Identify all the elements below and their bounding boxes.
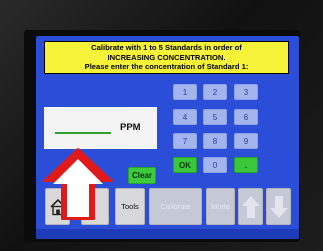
arrow-down-icon — [269, 195, 288, 218]
tools-button[interactable]: Tools — [115, 188, 145, 225]
keypad-key-2[interactable]: 2 — [203, 84, 227, 100]
banner-line-2: INCREASING CONCENTRATION. — [107, 52, 226, 62]
keypad-key-5[interactable]: 5 — [203, 109, 227, 125]
overlay-up-arrow-icon — [43, 148, 113, 220]
clear-button[interactable]: Clear — [128, 167, 156, 184]
instruction-banner: Calibrate with 1 to 5 Standards in order… — [44, 41, 289, 74]
keypad-key-8[interactable]: 8 — [203, 133, 227, 149]
scroll-down-button[interactable] — [266, 188, 291, 225]
banner-line-3: Please enter the concentration of Standa… — [84, 62, 249, 72]
keypad-key-7[interactable]: 7 — [173, 133, 197, 149]
input-underline — [55, 132, 111, 134]
screen-bottom-strip — [36, 229, 299, 239]
ok-button[interactable]: OK — [173, 157, 197, 173]
concentration-input[interactable]: PPM — [44, 107, 157, 149]
keypad-key-1[interactable]: 1 — [173, 84, 197, 100]
banner-line-1: Calibrate with 1 to 5 Standards in order… — [91, 43, 242, 52]
scroll-up-button[interactable] — [238, 188, 263, 225]
keypad-key-6[interactable]: 6 — [234, 109, 258, 125]
keypad-key-3[interactable]: 3 — [234, 84, 258, 100]
arrow-up-icon — [241, 195, 260, 218]
keypad-key-9[interactable]: 9 — [234, 133, 258, 149]
keypad-key-0[interactable]: 0 — [203, 157, 227, 173]
calibrate-button[interactable]: Calibrate — [149, 188, 202, 225]
unit-label: PPM — [120, 122, 141, 133]
keypad-key-4[interactable]: 4 — [173, 109, 197, 125]
keypad-key-decimal[interactable]: . — [234, 157, 258, 173]
mode-button[interactable]: Mode — [206, 188, 235, 225]
